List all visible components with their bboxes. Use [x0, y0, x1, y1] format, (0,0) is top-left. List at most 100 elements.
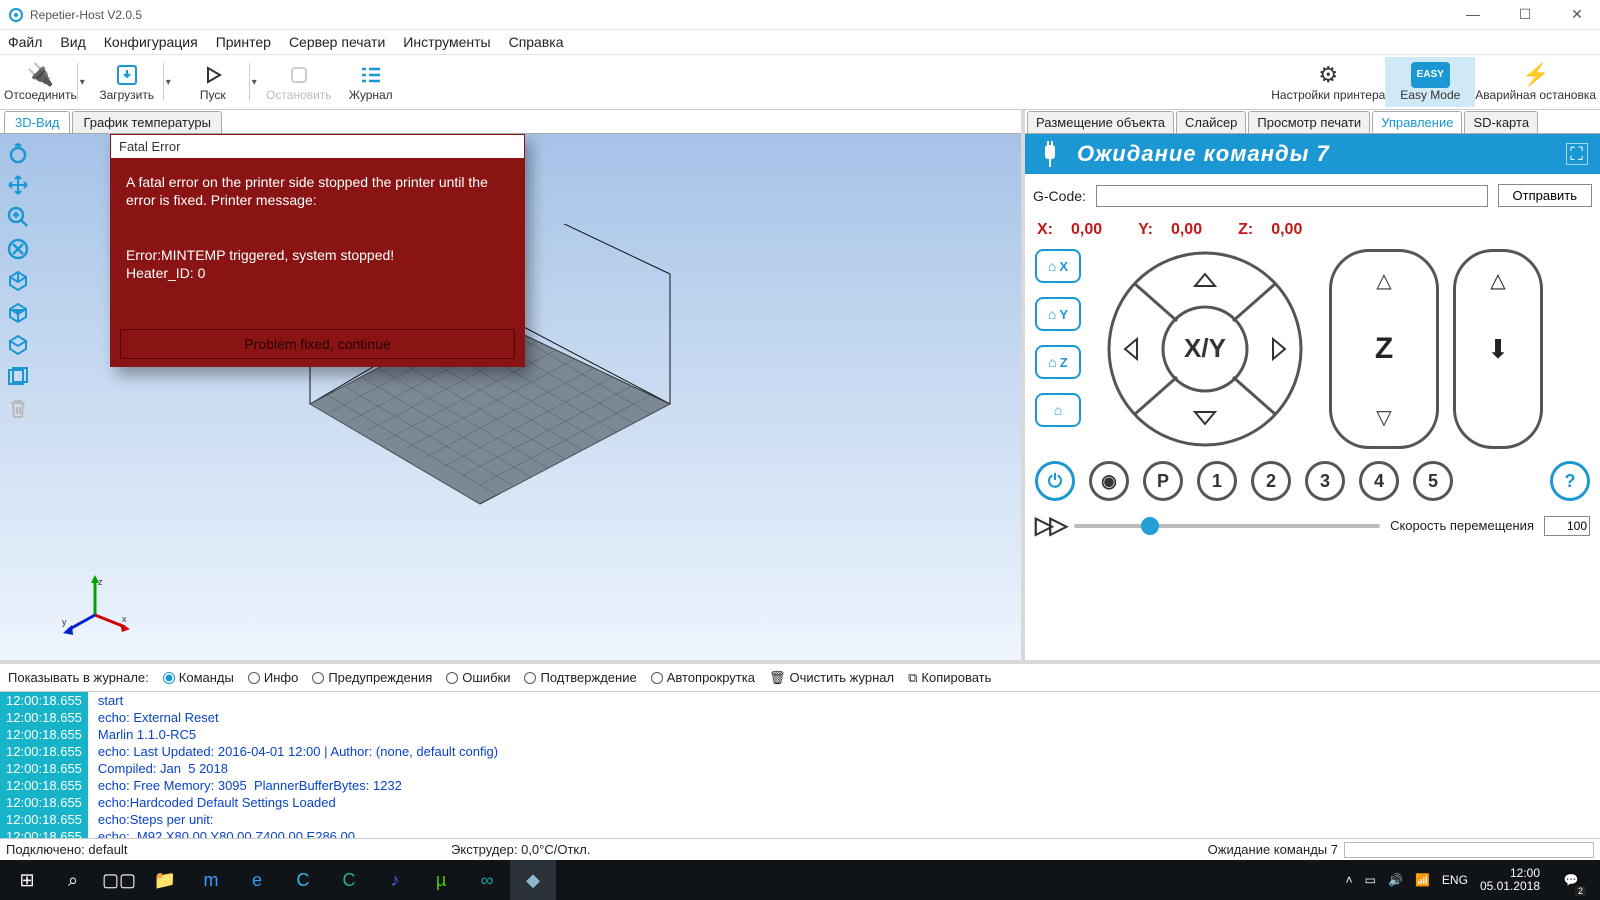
speed-label: Скорость перемещения: [1390, 518, 1534, 533]
window-maximize-button[interactable]: ☐: [1510, 6, 1540, 23]
log-filter-autoscroll[interactable]: Автопрокрутка: [651, 670, 755, 685]
gcode-send-button[interactable]: Отправить: [1498, 184, 1592, 207]
gcode-label: G-Code:: [1033, 188, 1086, 204]
log-filter-commands[interactable]: Команды: [163, 670, 234, 685]
help-button[interactable]: ?: [1550, 461, 1590, 501]
tab-placement[interactable]: Размещение объекта: [1027, 111, 1174, 133]
macro-3-button[interactable]: 3: [1305, 461, 1345, 501]
log-filter-info[interactable]: Инфо: [248, 670, 298, 685]
menu-printserver[interactable]: Сервер печати: [289, 34, 385, 50]
task-app-blue[interactable]: ♪: [372, 860, 418, 900]
tray-lang[interactable]: ENG: [1442, 873, 1468, 887]
tab-control[interactable]: Управление: [1372, 111, 1462, 133]
load-button[interactable]: Загрузить: [91, 57, 163, 107]
iso-view-tool[interactable]: [2, 266, 34, 296]
task-maxthon[interactable]: m: [188, 860, 234, 900]
speed-input[interactable]: [1544, 516, 1590, 536]
task-edge[interactable]: e: [234, 860, 280, 900]
menu-help[interactable]: Справка: [509, 34, 564, 50]
search-button[interactable]: ⌕: [50, 860, 96, 900]
zoom-tool[interactable]: [2, 202, 34, 232]
task-utorrent[interactable]: µ: [418, 860, 464, 900]
menu-printer[interactable]: Принтер: [216, 34, 271, 50]
reset-view-tool[interactable]: [2, 234, 34, 264]
extruder-jog-pad[interactable]: △ ⬇ ▽: [1453, 249, 1543, 449]
menu-tools[interactable]: Инструменты: [403, 34, 490, 50]
fatal-error-text1: A fatal error on the printer side stoppe…: [126, 173, 509, 209]
tab-sdcard[interactable]: SD-карта: [1464, 111, 1538, 133]
log-button[interactable]: Журнал: [335, 57, 407, 107]
speed-slider[interactable]: [1074, 524, 1380, 528]
window-close-button[interactable]: ✕: [1562, 6, 1592, 23]
macro-2-button[interactable]: 2: [1251, 461, 1291, 501]
parallel-icon[interactable]: [2, 362, 34, 392]
log-filter-label: Показывать в журнале:: [8, 670, 149, 685]
tab-temperature[interactable]: График температуры: [72, 111, 221, 133]
printer-settings-button[interactable]: ⚙ Настройки принтера: [1271, 57, 1385, 107]
log-output[interactable]: 12:00:18.655start12:00:18.655echo: Exter…: [0, 692, 1600, 838]
task-app-c2[interactable]: C: [326, 860, 372, 900]
tab-slicer[interactable]: Слайсер: [1176, 111, 1246, 133]
window-title: Repetier-Host V2.0.5: [30, 8, 142, 22]
trash-tool[interactable]: [2, 394, 34, 424]
home-x-button[interactable]: ⌂X: [1035, 249, 1081, 283]
log-filter-errors[interactable]: Ошибки: [446, 670, 510, 685]
viewport-3d[interactable]: zxy Fatal Error A fatal error on the pri…: [0, 134, 1021, 660]
home-icon: ⌂: [1048, 354, 1056, 370]
taskview-button[interactable]: ▢▢: [96, 860, 142, 900]
macro-4-button[interactable]: 4: [1359, 461, 1399, 501]
macro-1-button[interactable]: 1: [1197, 461, 1237, 501]
easy-mode-button[interactable]: EASY Easy Mode: [1385, 57, 1475, 107]
window-minimize-button[interactable]: —: [1458, 6, 1488, 23]
park-button[interactable]: P: [1143, 461, 1183, 501]
task-repetier[interactable]: ◆: [510, 860, 556, 900]
home-all-button[interactable]: ⌂: [1035, 393, 1081, 427]
plug-status-icon: [1037, 141, 1063, 167]
log-filter-ack[interactable]: Подтверждение: [524, 670, 636, 685]
tray-wifi-icon[interactable]: 📶: [1415, 873, 1430, 887]
camera-button[interactable]: ◉: [1089, 461, 1129, 501]
svg-text:X/Y: X/Y: [1184, 333, 1226, 363]
run-button[interactable]: Пуск: [177, 57, 249, 107]
tab-preview[interactable]: Просмотр печати: [1248, 111, 1370, 133]
log-clear-button[interactable]: 🗑Очистить журнал: [769, 670, 894, 686]
axis-indicator: zxy: [60, 575, 130, 635]
status-text: Ожидание команды 7: [1077, 141, 1330, 167]
tray-battery-icon[interactable]: ▭: [1365, 873, 1376, 887]
fatal-continue-button[interactable]: Problem fixed, continue: [120, 329, 515, 359]
log-copy-button[interactable]: ⧉Копировать: [908, 670, 991, 686]
log-filter-warnings[interactable]: Предупреждения: [312, 670, 432, 685]
menu-file[interactable]: Файл: [8, 34, 42, 50]
run-dropdown[interactable]: ▾: [252, 77, 263, 88]
start-button[interactable]: ⊞: [4, 860, 50, 900]
power-button[interactable]: ⏻: [1035, 461, 1075, 501]
tray-notifications[interactable]: 💬2: [1552, 860, 1590, 900]
task-arduino[interactable]: ∞: [464, 860, 510, 900]
task-app-c1[interactable]: C: [280, 860, 326, 900]
disconnect-button[interactable]: 🔌 Отсоединить: [4, 57, 77, 107]
top-view-tool[interactable]: [2, 330, 34, 360]
menu-config[interactable]: Конфигурация: [104, 34, 198, 50]
copy-icon: ⧉: [908, 670, 917, 686]
position-readout: X:0,00 Y:0,00 Z:0,00: [1025, 217, 1600, 249]
home-icon: ⌂: [1054, 402, 1062, 418]
tray-volume-icon[interactable]: 🔊: [1388, 873, 1403, 887]
front-view-tool[interactable]: [2, 298, 34, 328]
expand-button[interactable]: ⛶: [1566, 143, 1588, 165]
menu-view[interactable]: Вид: [60, 34, 85, 50]
gcode-input[interactable]: [1096, 185, 1488, 207]
macro-5-button[interactable]: 5: [1413, 461, 1453, 501]
z-jog-pad[interactable]: △ Z ▽: [1329, 249, 1439, 449]
tray-clock[interactable]: 12:0005.01.2018: [1480, 867, 1540, 893]
tab-3d-view[interactable]: 3D-Вид: [4, 111, 70, 133]
move-tool[interactable]: [2, 170, 34, 200]
emergency-stop-button[interactable]: ⚡ Аварийная остановка: [1475, 57, 1596, 107]
load-dropdown[interactable]: ▾: [166, 77, 177, 88]
xy-jog-pad[interactable]: X/Y: [1095, 249, 1315, 449]
disconnect-dropdown[interactable]: ▾: [80, 77, 91, 88]
home-y-button[interactable]: ⌂Y: [1035, 297, 1081, 331]
task-explorer[interactable]: 📁: [142, 860, 188, 900]
home-z-button[interactable]: ⌂Z: [1035, 345, 1081, 379]
rotate-tool[interactable]: [2, 138, 34, 168]
tray-chevron-icon[interactable]: ˄: [1346, 873, 1353, 887]
